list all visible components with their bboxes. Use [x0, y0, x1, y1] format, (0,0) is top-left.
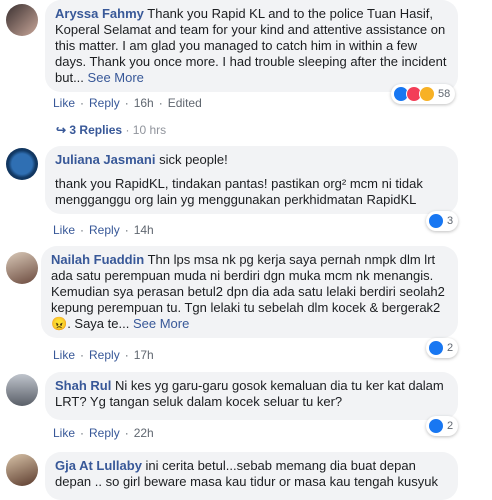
wow-reaction-icon: [419, 86, 435, 102]
avatar[interactable]: [6, 454, 38, 486]
see-more-link[interactable]: See More: [133, 316, 189, 331]
comment-time[interactable]: 17h: [134, 348, 154, 362]
reply-button[interactable]: Reply: [89, 96, 120, 110]
comment-time[interactable]: 16h: [134, 96, 154, 110]
comment-author[interactable]: Aryssa Fahmy: [55, 6, 144, 21]
comment-actions: Like · Reply · 22h: [53, 426, 154, 440]
like-button[interactable]: Like: [53, 96, 75, 110]
comment-author[interactable]: Nailah Fuaddin: [51, 252, 144, 267]
see-more-link[interactable]: See More: [88, 70, 144, 85]
comment-text: Ni kes yg garu-garu gosok kemaluan dia t…: [55, 378, 444, 409]
replies-label: 3 Replies: [69, 123, 123, 137]
comment-text-paragraph: thank you RapidKL, tindakan pantas! past…: [55, 176, 423, 207]
reaction-summary[interactable]: 2: [426, 338, 459, 358]
comment-time[interactable]: 14h: [134, 223, 154, 237]
comment-actions: Like · Reply · 14h: [53, 223, 154, 237]
reply-button[interactable]: Reply: [89, 223, 120, 237]
reaction-count: 3: [447, 215, 454, 227]
comment-text-tail: . Saya te...: [67, 316, 130, 331]
comment-bubble: Juliana Jasmani sick people! thank you R…: [45, 146, 458, 214]
comment-author[interactable]: Shah Rul: [55, 378, 111, 393]
comment-text: sick people!: [159, 152, 228, 167]
view-replies-link[interactable]: ↪ 3 Replies · 10 hrs: [56, 123, 166, 137]
replies-time: 10 hrs: [132, 123, 167, 137]
reaction-count: 2: [447, 420, 454, 432]
avatar[interactable]: [6, 148, 38, 180]
comment-bubble: Shah Rul Ni kes yg garu-garu gosok kemal…: [45, 372, 458, 420]
reaction-summary[interactable]: 3: [426, 211, 459, 231]
reaction-count: 2: [447, 342, 454, 354]
like-button[interactable]: Like: [53, 223, 75, 237]
comment-author[interactable]: Juliana Jasmani: [55, 152, 155, 167]
comment-time[interactable]: 22h: [134, 426, 154, 440]
comment-actions: Like · Reply · 17h: [53, 348, 154, 362]
reaction-summary[interactable]: 58: [391, 84, 456, 104]
like-reaction-icon: [428, 340, 444, 356]
avatar[interactable]: [6, 252, 38, 284]
like-reaction-icon: [428, 418, 444, 434]
avatar[interactable]: [6, 374, 38, 406]
angry-emoji-icon: 😠: [51, 316, 68, 331]
comment-actions: Like · Reply · 16h · Edited: [53, 96, 202, 110]
avatar[interactable]: [6, 4, 38, 36]
comment-bubble: Gja At Lullaby ini cerita betul...sebab …: [45, 452, 458, 500]
like-button[interactable]: Like: [53, 426, 75, 440]
comment-bubble: Aryssa Fahmy Thank you Rapid KL and to t…: [45, 0, 458, 92]
reply-arrow-icon: ↪: [56, 123, 67, 137]
like-reaction-icon: [428, 213, 444, 229]
comment-bubble: Nailah Fuaddin Thn lps msa nk pg kerja s…: [41, 246, 458, 338]
reaction-count: 58: [438, 88, 451, 100]
like-button[interactable]: Like: [53, 348, 75, 362]
reply-button[interactable]: Reply: [89, 426, 120, 440]
reply-button[interactable]: Reply: [89, 348, 120, 362]
comment-author[interactable]: Gja At Lullaby: [55, 458, 142, 473]
edited-label[interactable]: Edited: [168, 96, 202, 110]
reaction-summary[interactable]: 2: [426, 416, 459, 436]
